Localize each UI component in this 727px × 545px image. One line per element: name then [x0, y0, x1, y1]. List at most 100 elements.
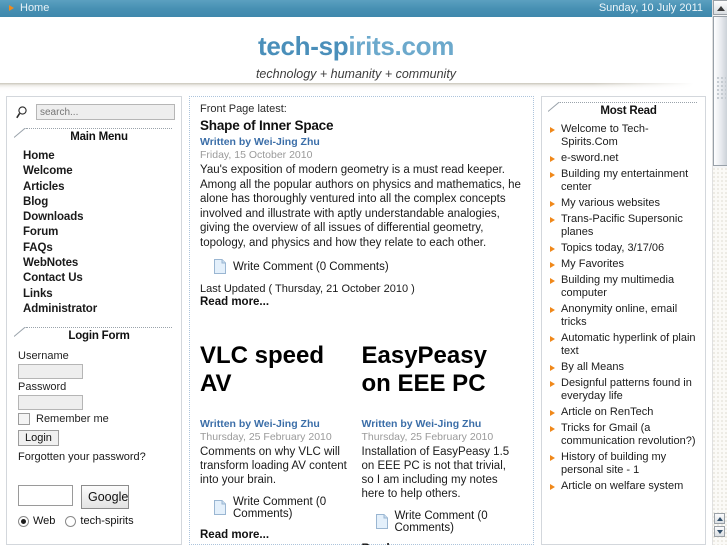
sidebar-item-administrator[interactable]: Administrator	[23, 302, 174, 317]
list-item[interactable]: By all Means	[548, 361, 699, 377]
list-item[interactable]: Automatic hyperlink of plain text	[548, 332, 699, 361]
scrollbar-grip	[717, 77, 726, 99]
most-read-link[interactable]: Anonymity online, email tricks	[561, 303, 699, 329]
scrollbar-track[interactable]	[713, 168, 727, 545]
list-item[interactable]: History of building my personal site - 1	[548, 451, 699, 480]
login-form-body: Username Password Remember me Login Forg…	[14, 350, 174, 463]
most-read-link[interactable]: My various websites	[561, 197, 699, 210]
menu-link[interactable]: Blog	[23, 195, 174, 210]
list-item[interactable]: My various websites	[548, 197, 699, 213]
radio-scope-web[interactable]	[18, 515, 29, 527]
login-button[interactable]: Login	[18, 430, 59, 447]
write-comment-link[interactable]: Write Comment (0 Comments)	[233, 261, 389, 273]
list-item[interactable]: Tricks for Gmail (a communication revolu…	[548, 422, 699, 451]
scroll-up-button[interactable]	[713, 0, 727, 15]
inner-scroll-up-button[interactable]	[714, 513, 725, 524]
search-input[interactable]	[36, 104, 175, 120]
list-item[interactable]: Anonymity online, email tricks	[548, 303, 699, 332]
vertical-scrollbar[interactable]	[712, 0, 727, 545]
sidebar-item-webnotes[interactable]: WebNotes	[23, 256, 174, 271]
article-title[interactable]: Shape of Inner Space	[200, 118, 523, 133]
menu-link[interactable]: Forum	[23, 225, 174, 240]
list-item[interactable]: Trans-Pacific Supersonic planes	[548, 213, 699, 242]
main-menu-list: Home Welcome Articles Blog Downloads For…	[14, 149, 174, 317]
menu-link[interactable]: Downloads	[23, 210, 174, 225]
most-read-link[interactable]: Trans-Pacific Supersonic planes	[561, 213, 699, 239]
main-menu-header: Main Menu	[26, 128, 172, 145]
menu-link[interactable]: FAQs	[23, 241, 174, 256]
google-search-input[interactable]	[18, 485, 73, 507]
write-comment-row[interactable]: Write Comment (0 Comments)	[375, 510, 514, 534]
username-field[interactable]	[18, 364, 83, 380]
list-item[interactable]: Welcome to Tech-Spirits.Com	[548, 123, 699, 152]
site-banner: tech-spirits.com technology + humanity +…	[0, 17, 712, 83]
remember-me-row[interactable]: Remember me	[18, 413, 174, 426]
write-comment-row[interactable]: Write Comment (0 Comments)	[214, 496, 352, 520]
most-read-link[interactable]: Tricks for Gmail (a communication revolu…	[561, 422, 699, 448]
document-icon	[214, 500, 226, 516]
sidebar-item-articles[interactable]: Articles	[23, 180, 174, 195]
most-read-link[interactable]: History of building my personal site - 1	[561, 451, 699, 477]
write-comment-link[interactable]: Write Comment (0 Comments)	[233, 496, 352, 520]
write-comment-row[interactable]: Write Comment (0 Comments)	[214, 259, 523, 274]
menu-link[interactable]: Links	[23, 287, 174, 302]
bullet-arrow-icon	[550, 246, 555, 252]
sidebar-item-contact-us[interactable]: Contact Us	[23, 271, 174, 286]
list-item[interactable]: Building my multimedia computer	[548, 274, 699, 303]
most-read-link[interactable]: Article on welfare system	[561, 480, 699, 493]
remember-me-checkbox[interactable]	[18, 413, 30, 426]
read-more-link[interactable]: Read more...	[200, 529, 352, 541]
list-item[interactable]: Designful patterns found in everyday lif…	[548, 377, 699, 406]
article-title[interactable]: VLC speed AV	[200, 342, 352, 398]
most-read-link[interactable]: Building my entertainment center	[561, 168, 699, 194]
list-item[interactable]: Building my entertainment center	[548, 168, 699, 197]
most-read-link[interactable]: By all Means	[561, 361, 699, 374]
most-read-link[interactable]: Designful patterns found in everyday lif…	[561, 377, 699, 403]
article-title[interactable]: EasyPeasy on EEE PC	[362, 342, 514, 398]
forgot-password-link[interactable]: Forgotten your password?	[18, 451, 174, 463]
bullet-arrow-icon	[550, 426, 555, 432]
sidebar-item-downloads[interactable]: Downloads	[23, 210, 174, 225]
list-item[interactable]: Article on welfare system	[548, 480, 699, 496]
inner-scrollbar[interactable]	[714, 513, 725, 543]
menu-link[interactable]: Administrator	[23, 302, 174, 317]
scrollbar-thumb[interactable]	[713, 16, 727, 166]
list-item[interactable]: e-sword.net	[548, 152, 699, 168]
sidebar-item-forum[interactable]: Forum	[23, 225, 174, 240]
most-read-link[interactable]: Article on RenTech	[561, 406, 699, 419]
sidebar-item-faqs[interactable]: FAQs	[23, 241, 174, 256]
sidebar-item-home[interactable]: Home	[23, 149, 174, 164]
article-body: Installation of EasyPeasy 1.5 on EEE PC …	[361, 445, 510, 500]
write-comment-link[interactable]: Write Comment (0 Comments)	[395, 510, 514, 534]
read-more-link[interactable]: Read more...	[200, 296, 523, 308]
search-module	[14, 103, 175, 125]
sidebar-item-welcome[interactable]: Welcome	[23, 164, 174, 179]
article-date: Friday, 15 October 2010	[200, 149, 313, 161]
menu-link[interactable]: Articles	[23, 180, 174, 195]
sidebar-item-links[interactable]: Links	[23, 287, 174, 302]
breadcrumb-home-link[interactable]: Home	[20, 0, 49, 17]
password-field[interactable]	[18, 395, 83, 411]
left-sidebar: Main Menu Home Welcome Articles Blog Dow…	[6, 96, 182, 545]
most-read-link[interactable]: Building my multimedia computer	[561, 274, 699, 300]
most-read-link[interactable]: My Favorites	[561, 258, 699, 271]
most-read-link[interactable]: Automatic hyperlink of plain text	[561, 332, 699, 358]
most-read-link[interactable]: e-sword.net	[561, 152, 699, 165]
menu-link[interactable]: Home	[23, 149, 174, 164]
most-read-link[interactable]: Welcome to Tech-Spirits.Com	[561, 123, 699, 149]
menu-link[interactable]: Contact Us	[23, 271, 174, 286]
inner-scroll-down-button[interactable]	[714, 526, 725, 537]
radio-scope-site[interactable]	[65, 515, 77, 527]
bullet-arrow-icon	[550, 381, 555, 387]
most-read-header: Most Read	[560, 102, 697, 119]
site-title-part1: tech-sp	[257, 31, 349, 61]
list-item[interactable]: Article on RenTech	[548, 406, 699, 422]
menu-link[interactable]: WebNotes	[23, 256, 174, 271]
menu-link[interactable]: Welcome	[23, 164, 174, 179]
most-read-link[interactable]: Topics today, 3/17/06	[561, 242, 699, 255]
list-item[interactable]: My Favorites	[548, 258, 699, 274]
radio-scope-site-label: tech-spirits	[80, 515, 134, 528]
sidebar-item-blog[interactable]: Blog	[23, 195, 174, 210]
google-search-button[interactable]: Google	[81, 485, 129, 510]
list-item[interactable]: Topics today, 3/17/06	[548, 242, 699, 258]
